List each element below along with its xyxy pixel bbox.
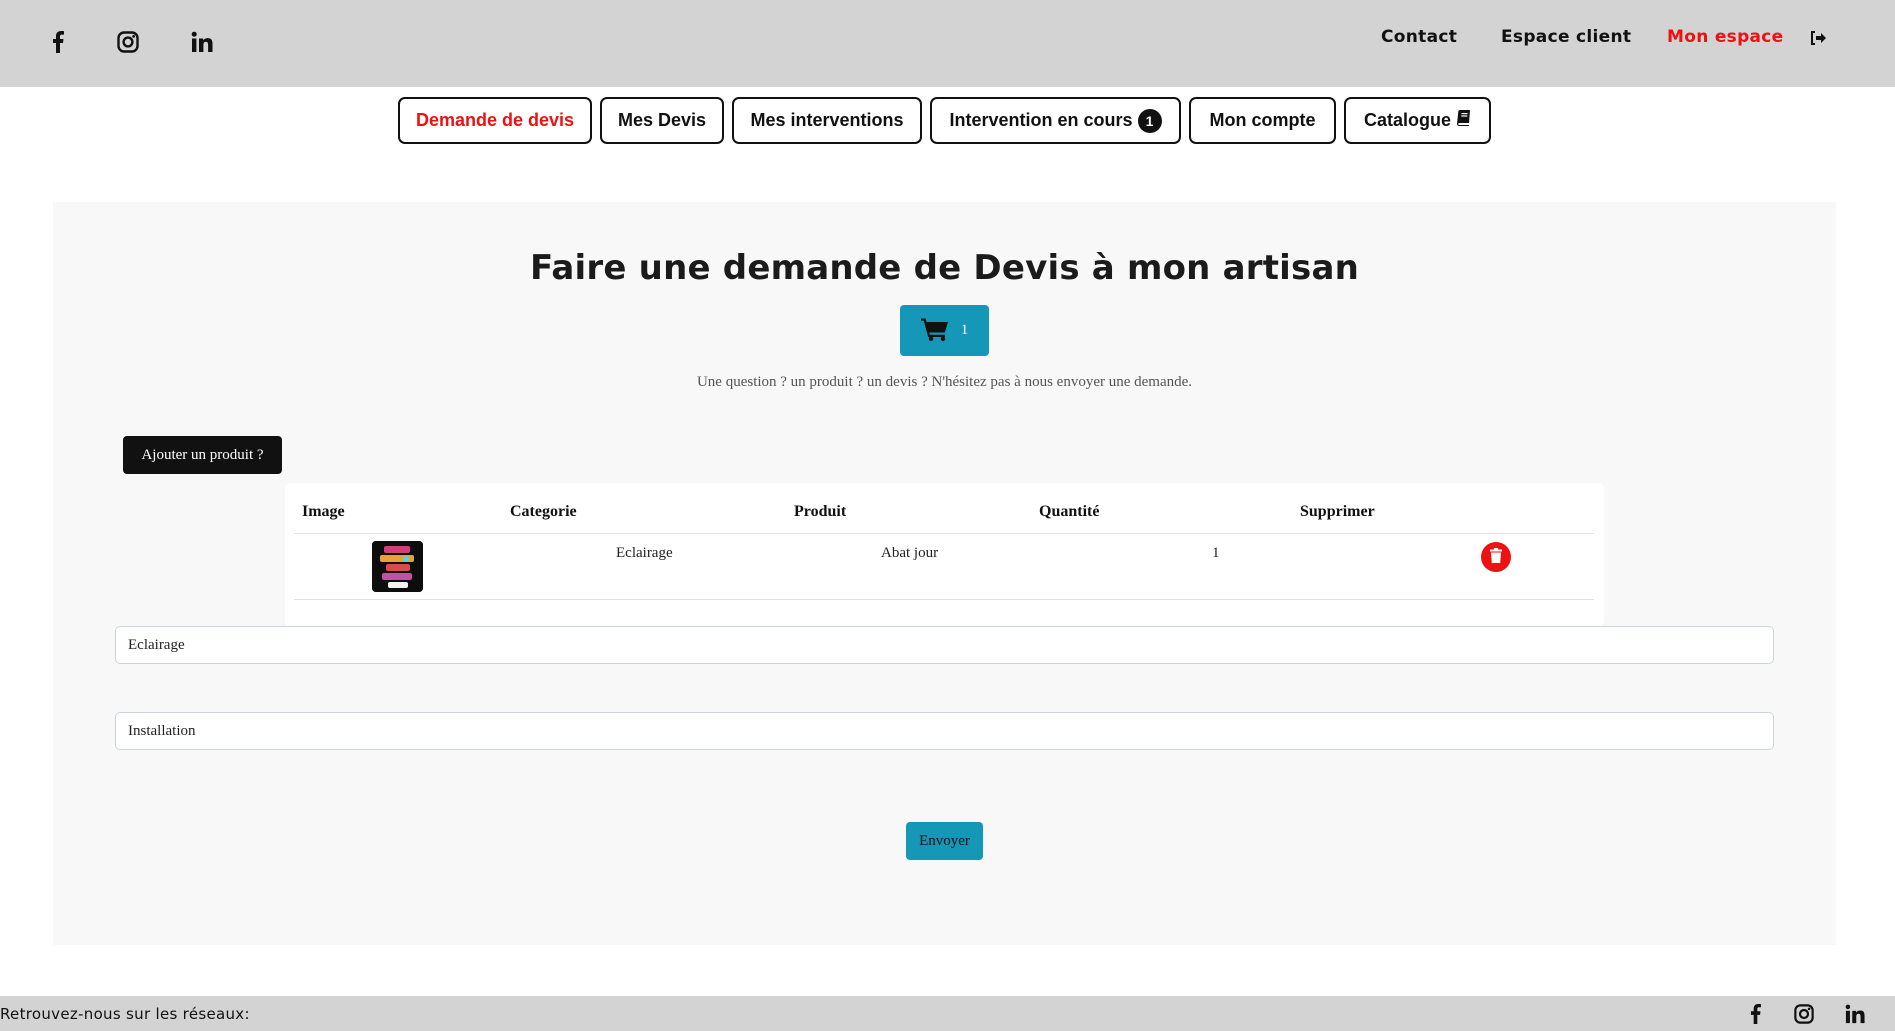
column-header-categorie: Categorie: [510, 503, 577, 520]
tab-demande-de-devis[interactable]: Demande de devis: [398, 97, 592, 144]
footer: Retrouvez-nous sur les réseaux:: [0, 996, 1895, 1031]
facebook-icon[interactable]: [1750, 1004, 1761, 1028]
tab-mes-interventions[interactable]: Mes interventions: [732, 97, 922, 144]
category-field[interactable]: Eclairage: [115, 626, 1774, 664]
tab-label: Catalogue: [1363, 110, 1451, 130]
facebook-icon[interactable]: [40, 24, 76, 60]
tab-label: Intervention en cours: [949, 110, 1133, 130]
book-icon: [1457, 110, 1471, 131]
linkedin-icon[interactable]: [1845, 1004, 1865, 1028]
column-header-quantite: Quantité: [1039, 503, 1100, 520]
delete-button[interactable]: [1481, 542, 1511, 572]
page-title: Faire une demande de Devis à mon artisan: [529, 248, 1360, 288]
tab-label: Demande de devis: [415, 110, 575, 130]
subtitle: Une question ? un produit ? un devis ? N…: [696, 374, 1193, 390]
shopping-cart-icon: [920, 317, 949, 345]
tab-catalogue[interactable]: Catalogue: [1344, 97, 1491, 144]
nav-espace-client[interactable]: Espace client: [1501, 27, 1631, 47]
product-thumbnail: [372, 541, 423, 592]
tab-label: Mes interventions: [750, 110, 904, 130]
cell-categorie: Eclairage: [616, 545, 673, 561]
header-divider: [294, 533, 1594, 534]
tab-mes-devis[interactable]: Mes Devis: [600, 97, 724, 144]
service-field[interactable]: Installation: [115, 712, 1774, 750]
add-product-button[interactable]: Ajouter un produit ?: [123, 436, 282, 474]
tab-label: Mes Devis: [617, 110, 707, 130]
tab-bar: Demande de devis Mes Devis Mes intervent…: [0, 97, 1895, 145]
footer-text: Retrouvez-nous sur les réseaux:: [0, 1005, 250, 1023]
top-navbar: Contact Espace client Mon espace: [0, 0, 1895, 87]
cart-button[interactable]: 1: [900, 305, 989, 356]
column-header-supprimer: Supprimer: [1300, 503, 1375, 520]
cell-produit: Abat jour: [881, 545, 939, 561]
tab-mon-compte[interactable]: Mon compte: [1189, 97, 1336, 144]
linkedin-icon[interactable]: [184, 24, 220, 60]
column-header-image: Image: [302, 503, 345, 520]
cell-quantite: 1: [1212, 545, 1220, 561]
send-button[interactable]: Envoyer: [906, 822, 983, 860]
cart-count: 1: [960, 322, 969, 338]
quote-request-panel: Faire une demande de Devis à mon artisan…: [53, 202, 1836, 945]
instagram-icon[interactable]: [110, 24, 146, 60]
nav-contact[interactable]: Contact: [1381, 27, 1457, 47]
sign-out-icon[interactable]: [1810, 30, 1828, 48]
instagram-icon[interactable]: [1794, 1004, 1814, 1028]
row-divider: [294, 599, 1594, 600]
tab-label: Mon compte: [1209, 110, 1316, 130]
nav-mon-espace[interactable]: Mon espace: [1667, 27, 1784, 47]
products-table: Image Categorie Produit Quantité Supprim…: [285, 483, 1604, 627]
count-badge: 1: [1137, 108, 1162, 133]
column-header-produit: Produit: [794, 503, 847, 520]
trash-icon: [1490, 547, 1502, 567]
tab-intervention-en-cours[interactable]: Intervention en cours 1: [930, 97, 1181, 144]
